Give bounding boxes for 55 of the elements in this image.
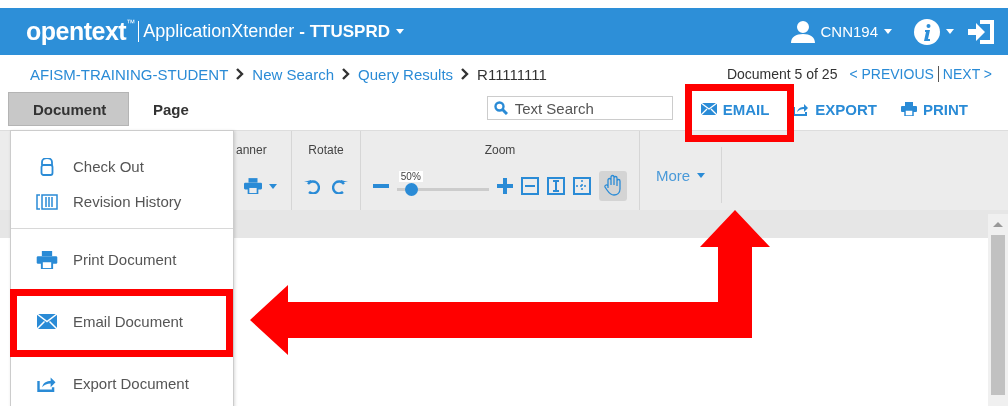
breadcrumb-link[interactable]: Query Results — [358, 65, 454, 83]
group-label: anner — [236, 143, 267, 157]
export-button[interactable]: EXPORT — [781, 92, 889, 126]
user-icon[interactable] — [790, 20, 817, 43]
breadcrumb-link[interactable]: New Search — [252, 65, 335, 83]
caret-icon — [884, 29, 892, 34]
hand-icon[interactable] — [599, 171, 627, 201]
chevron-icon — [342, 68, 351, 80]
print-button[interactable]: PRINT — [889, 92, 980, 126]
repository-selector[interactable]: - TTUSPRD — [299, 21, 390, 42]
caret-icon[interactable] — [269, 183, 277, 189]
caret-icon — [395, 29, 404, 34]
menu-item[interactable]: Check Out — [19, 149, 223, 184]
plus-icon[interactable] — [497, 178, 513, 194]
menu-item[interactable]: Email Document — [19, 304, 223, 339]
printer-icon — [35, 250, 59, 269]
menu-item[interactable]: Revision History — [19, 184, 223, 219]
group-label: Zoom — [484, 143, 516, 157]
user-menu[interactable]: CNN194 — [820, 23, 878, 40]
export-icon — [793, 102, 810, 116]
menu-item[interactable]: Print Document — [19, 242, 223, 277]
chevron-icon — [461, 68, 470, 80]
fit-width-icon[interactable] — [521, 177, 539, 195]
group-label: Rotate — [308, 143, 344, 157]
sign-out-icon[interactable] — [968, 19, 994, 44]
zoom-reading: 50% — [398, 171, 423, 182]
breadcrumb-link[interactable]: AFISM-TRAINING-STUDENT — [30, 65, 229, 83]
search-field[interactable]: Text Search — [486, 96, 673, 120]
fit-height-icon[interactable] — [547, 177, 565, 195]
tab[interactable]: Document — [8, 92, 129, 126]
logo: opentext — [26, 17, 127, 46]
zoom-slider[interactable]: 50% — [397, 171, 489, 201]
more-dropdown[interactable]: More — [652, 162, 710, 188]
chevron-icon — [236, 68, 245, 80]
email-button[interactable]: EMAIL — [688, 92, 782, 126]
next-link[interactable]: NEXT > — [942, 66, 992, 82]
rotate-right-icon[interactable] — [332, 178, 348, 194]
envelope-icon — [35, 314, 59, 329]
info-icon[interactable] — [914, 18, 940, 45]
rotate-left-icon[interactable] — [304, 178, 320, 194]
trademark: ™ — [126, 18, 136, 28]
tab[interactable]: Page — [129, 92, 213, 126]
previous-link[interactable]: < PREVIOUS — [849, 66, 934, 82]
search-icon — [493, 101, 508, 115]
printer-icon[interactable] — [244, 178, 262, 194]
caret-icon — [946, 29, 954, 34]
pages-icon — [35, 193, 59, 210]
fit-page-icon[interactable] — [573, 177, 591, 195]
menu-item[interactable]: Export Document — [19, 366, 223, 401]
document-position: Document 5 of 25 — [726, 66, 838, 82]
breadcrumb-current: R11111111 — [477, 65, 547, 83]
scrollbar[interactable] — [988, 214, 1008, 406]
envelope-icon — [700, 103, 717, 115]
app-title: ApplicationXtender — [138, 21, 295, 42]
printer-icon — [901, 102, 917, 116]
